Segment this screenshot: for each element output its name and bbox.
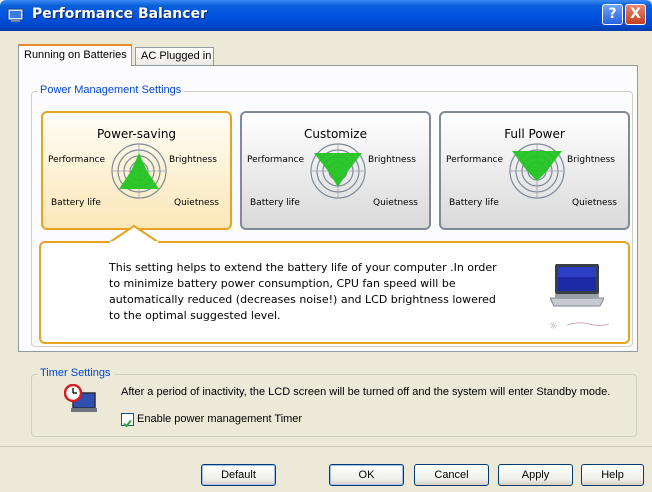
apply-button[interactable]: Apply <box>498 464 573 486</box>
timer-description: After a period of inactivity, the LCD sc… <box>121 386 611 398</box>
mode-card-power-saving[interactable]: Power-saving Performance Brightness Batt… <box>41 111 232 230</box>
description-line: This setting helps to extend the battery… <box>109 261 497 274</box>
label-quietness: Quietness <box>373 198 418 208</box>
callout-pointer <box>110 224 158 244</box>
description-line: to minimize battery power consumption, C… <box>109 277 456 290</box>
window-title: Performance Balancer <box>32 6 207 22</box>
performance-balancer-window: Performance Balancer ? X Running on Batt… <box>0 0 652 492</box>
label-performance: Performance <box>48 155 106 165</box>
help-button[interactable]: Help <box>581 464 644 486</box>
timer-settings-legend: Timer Settings <box>37 367 114 379</box>
bottom-separator <box>0 446 652 447</box>
timer-clock-icon <box>64 384 97 412</box>
radar-chart-icon <box>111 143 167 199</box>
app-icon <box>7 8 24 22</box>
default-button[interactable]: Default <box>201 464 276 486</box>
mode-card-full-power[interactable]: Full Power Performance Brightness Batter… <box>439 111 630 230</box>
label-battery-life: Battery life <box>449 198 499 208</box>
checkmark-icon <box>123 419 132 428</box>
help-title-button[interactable]: ? <box>602 4 623 25</box>
mode-card-customize[interactable]: Customize Performance Brightness Battery… <box>240 111 431 230</box>
label-performance: Performance <box>446 155 504 165</box>
mode-title: Customize <box>304 127 367 141</box>
laptop-icon <box>550 264 604 307</box>
label-quietness: Quietness <box>572 198 617 208</box>
brightness-indicator-icon: ☼ <box>549 321 610 332</box>
description-line: automatically reduced (decreases noise!)… <box>109 293 496 306</box>
mode-title: Full Power <box>504 127 565 141</box>
radar-chart-icon <box>310 143 366 199</box>
radar-chart-icon <box>509 143 565 199</box>
enable-timer-label[interactable]: Enable power management Timer <box>137 413 302 425</box>
cancel-button[interactable]: Cancel <box>414 464 489 486</box>
label-quietness: Quietness <box>174 198 219 208</box>
label-battery-life: Battery life <box>51 198 101 208</box>
ok-button[interactable]: OK <box>329 464 404 486</box>
mode-title: Power-saving <box>96 127 177 141</box>
label-brightness: Brightness <box>567 155 615 165</box>
close-button[interactable]: X <box>625 4 646 25</box>
label-brightness: Brightness <box>368 155 416 165</box>
label-battery-life: Battery life <box>250 198 300 208</box>
enable-timer-checkbox[interactable] <box>121 413 134 428</box>
tab-ac-plugged-in[interactable]: AC Plugged in <box>135 47 214 65</box>
description-line: to the optimal suggested level. <box>109 309 281 322</box>
title-bar[interactable]: Performance Balancer ? X <box>0 0 652 31</box>
label-performance: Performance <box>247 155 305 165</box>
mode-description-text: This setting helps to extend the battery… <box>109 260 509 324</box>
tab-running-on-batteries[interactable]: Running on Batteries <box>18 44 132 66</box>
label-brightness: Brightness <box>169 155 217 165</box>
power-management-legend: Power Management Settings <box>37 84 185 96</box>
svg-text:☼: ☼ <box>549 321 558 332</box>
